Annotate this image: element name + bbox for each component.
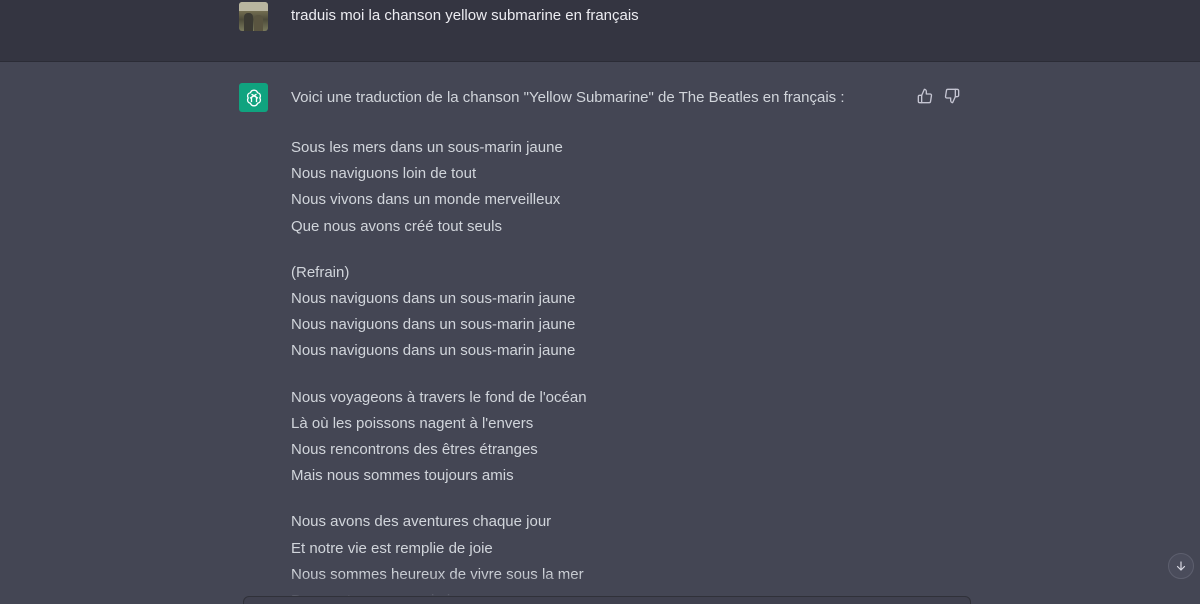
thumbs-down-icon xyxy=(944,88,960,104)
lyrics-line: Nous naviguons loin de tout xyxy=(291,165,477,183)
lyrics-line: Et notre vie est remplie de joie xyxy=(291,539,493,557)
lyrics-stanza: Sous les mers dans un sous-marin jaune N… xyxy=(291,135,891,240)
lyrics-stanza: Nous avons des aventures chaque jour Et … xyxy=(291,509,891,604)
lyrics-stanza: (Refrain) Nous naviguons dans un sous-ma… xyxy=(291,260,891,365)
lyrics-line: Nous naviguons dans un sous-marin jaune xyxy=(291,316,576,334)
lyrics-line: Sous les mers dans un sous-marin jaune xyxy=(291,139,563,156)
message-input-box[interactable] xyxy=(243,596,971,604)
lyrics-line: (Refrain) xyxy=(291,263,350,281)
openai-logo-icon xyxy=(239,83,268,112)
chat-window: traduis moi la chanson yellow submarine … xyxy=(0,0,1200,604)
lyrics-line: Que nous avons créé tout seuls xyxy=(291,217,502,235)
thumbs-down-button[interactable] xyxy=(943,87,961,105)
lyrics-line: Nous sommes heureux de vivre sous la mer xyxy=(291,565,584,583)
lyrics-line: Nous avons des aventures chaque jour xyxy=(291,513,552,531)
lyrics-line: Nous voyageons à travers le fond de l'oc… xyxy=(291,388,587,406)
lyrics-line: Nous naviguons dans un sous-marin jaune xyxy=(291,290,576,308)
lyrics-line: Nous naviguons dans un sous-marin jaune xyxy=(291,342,576,360)
thumbs-up-button[interactable] xyxy=(916,87,934,105)
assistant-intro-text: Voici une traduction de la chanson "Yell… xyxy=(291,89,845,106)
assistant-message-row: Voici une traduction de la chanson "Yell… xyxy=(0,62,1200,604)
lyrics-line: Mais nous sommes toujours amis xyxy=(291,467,514,485)
lyrics-line: Nous rencontrons des êtres étranges xyxy=(291,441,538,459)
assistant-message-content: Voici une traduction de la chanson "Yell… xyxy=(291,89,891,604)
lyrics-stanza: Nous voyageons à travers le fond de l'oc… xyxy=(291,385,891,490)
user-message-text: traduis moi la chanson yellow submarine … xyxy=(291,7,639,24)
arrow-down-icon xyxy=(1176,561,1186,571)
thumbs-up-icon xyxy=(917,88,933,104)
user-avatar xyxy=(239,2,268,31)
user-message-row: traduis moi la chanson yellow submarine … xyxy=(0,0,1200,62)
lyrics-line: Nous vivons dans un monde merveilleux xyxy=(291,191,561,209)
scroll-to-bottom-button[interactable] xyxy=(1168,553,1194,579)
lyrics-line: Là où les poissons nagent à l'envers xyxy=(291,414,534,432)
